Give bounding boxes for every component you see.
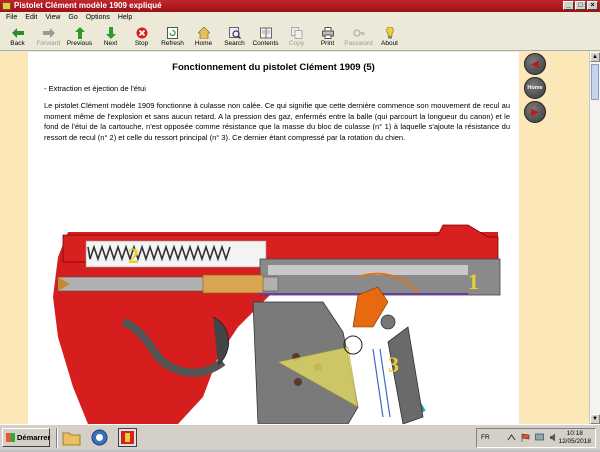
scroll-down-icon[interactable]: ▼ [590, 414, 600, 424]
folder-icon[interactable] [62, 428, 81, 447]
menu-go[interactable]: Go [64, 12, 81, 23]
volume-icon[interactable] [549, 433, 558, 442]
contents-icon [259, 26, 273, 39]
content-area: Fonctionnement du pistolet Clément 1909 … [0, 52, 589, 424]
label-breech-block: 1 [468, 269, 479, 294]
stop-icon [135, 26, 149, 39]
windows-flag-icon [6, 433, 15, 442]
print-label: Print [320, 40, 335, 47]
clock[interactable]: 10:18 12/05/2018 [558, 430, 591, 446]
search-icon [228, 26, 242, 39]
title-bar: Pistolet Clément modèle 1909 expliqué _ … [0, 0, 600, 12]
about-button[interactable]: About [374, 23, 405, 51]
copy-label: Copy [288, 40, 305, 47]
forward-button[interactable]: Forward [33, 23, 64, 51]
menu-file[interactable]: File [2, 12, 21, 23]
network-icon[interactable] [535, 433, 544, 442]
next-button[interactable]: Next [95, 23, 126, 51]
stop-label: Stop [134, 40, 149, 47]
app-icon [2, 2, 11, 10]
browser-icon[interactable] [90, 428, 109, 447]
print-button[interactable]: Print [312, 23, 343, 51]
search-button[interactable]: Search [219, 23, 250, 51]
refresh-icon [166, 26, 180, 39]
menu-help[interactable]: Help [114, 12, 136, 23]
password-label: Password [344, 40, 373, 47]
app-window: Pistolet Clément modèle 1909 expliqué _ … [0, 0, 600, 424]
window-title: Pistolet Clément modèle 1909 expliqué [14, 1, 162, 10]
home-icon [197, 26, 211, 39]
about-icon [383, 26, 397, 39]
back-button[interactable]: Back [2, 23, 33, 51]
menu-bar: File Edit View Go Options Help [0, 12, 600, 23]
minimize-button[interactable]: _ [563, 1, 574, 10]
maximize-button[interactable]: □ [575, 1, 586, 10]
start-button[interactable]: Démarrer [2, 428, 50, 447]
left-margin [0, 52, 28, 424]
tray-up-arrow-icon[interactable] [507, 433, 516, 442]
app-task-button[interactable] [118, 428, 137, 447]
menu-view[interactable]: View [41, 12, 64, 23]
forward-label: Forward [36, 40, 61, 47]
search-label: Search [224, 40, 245, 47]
clock-date: 12/05/2018 [558, 438, 591, 445]
language-indicator[interactable]: FR [481, 434, 490, 441]
print-icon [321, 26, 335, 39]
next-page-button[interactable]: ▶ [524, 101, 546, 123]
page-title: Fonctionnement du pistolet Clément 1909 … [172, 62, 375, 73]
taskbar-separator [56, 428, 58, 448]
vertical-scrollbar[interactable]: ▲ ▼ [589, 52, 600, 424]
taskbar: Démarrer FR 10:18 12/05/2018 [0, 424, 600, 450]
menu-edit[interactable]: Edit [21, 12, 41, 23]
system-tray: FR 10:18 12/05/2018 [476, 428, 596, 448]
up-arrow-icon [73, 26, 87, 39]
body-paragraph: Le pistolet Clément modèle 1909 fonction… [44, 101, 510, 142]
prev-page-button[interactable]: ◀ [524, 53, 546, 75]
toolbar: Back Forward Previous Next Stop Refresh … [0, 23, 600, 51]
scroll-thumb[interactable] [591, 64, 599, 100]
scroll-up-icon[interactable]: ▲ [590, 52, 600, 62]
down-arrow-icon [104, 26, 118, 39]
label-mainspring: 3 [388, 352, 399, 377]
start-label: Démarrer [17, 433, 51, 442]
left-arrow-icon: ◀ [531, 58, 539, 70]
label-recoil-spring: 2 [128, 243, 139, 268]
back-label: Back [10, 40, 25, 47]
menu-options[interactable]: Options [82, 12, 114, 23]
next-label: Next [103, 40, 118, 47]
about-label: About [381, 40, 398, 47]
pistol-diagram: 2 1 3 [28, 177, 519, 424]
previous-button[interactable]: Previous [64, 23, 95, 51]
password-icon [352, 26, 366, 39]
refresh-label: Refresh [161, 40, 184, 47]
previous-label: Previous [66, 40, 93, 47]
section-heading: - Extraction et éjection de l'étui [44, 84, 146, 93]
copy-button[interactable]: Copy [281, 23, 312, 51]
refresh-button[interactable]: Refresh [157, 23, 188, 51]
contents-label: Contents [252, 40, 279, 47]
home-nav-label: Home [527, 85, 543, 91]
home-label: Home [194, 40, 213, 47]
stop-button[interactable]: Stop [126, 23, 157, 51]
forward-arrow-icon [42, 26, 56, 39]
password-button[interactable]: Password [343, 23, 374, 51]
home-button[interactable]: Home [188, 23, 219, 51]
close-button[interactable]: × [587, 1, 598, 10]
home-page-button[interactable]: Home [524, 77, 546, 99]
copy-icon [290, 26, 304, 39]
contents-button[interactable]: Contents [250, 23, 281, 51]
right-arrow-icon: ▶ [531, 106, 539, 118]
back-arrow-icon [11, 26, 25, 39]
clock-time: 10:18 [566, 430, 583, 437]
flag-icon[interactable] [521, 433, 530, 442]
